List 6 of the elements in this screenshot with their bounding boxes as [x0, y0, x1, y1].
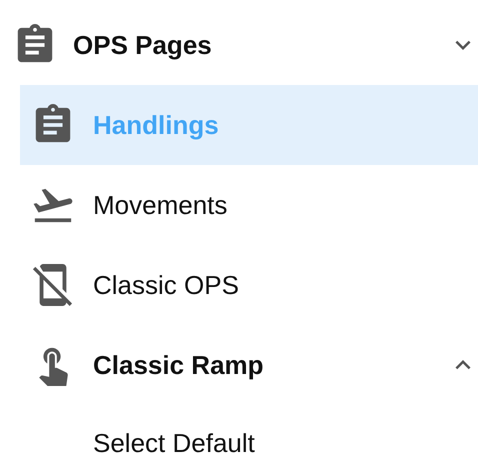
menu-group-header[interactable]: OPS Pages — [0, 5, 478, 85]
menu-item[interactable]: Classic OPS — [20, 245, 478, 325]
menu-group-header[interactable]: Classic Ramp — [20, 325, 478, 405]
phone-off-icon — [32, 264, 74, 306]
menu-item[interactable]: Select Default — [20, 405, 478, 471]
menu-item[interactable]: Movements — [20, 165, 478, 245]
